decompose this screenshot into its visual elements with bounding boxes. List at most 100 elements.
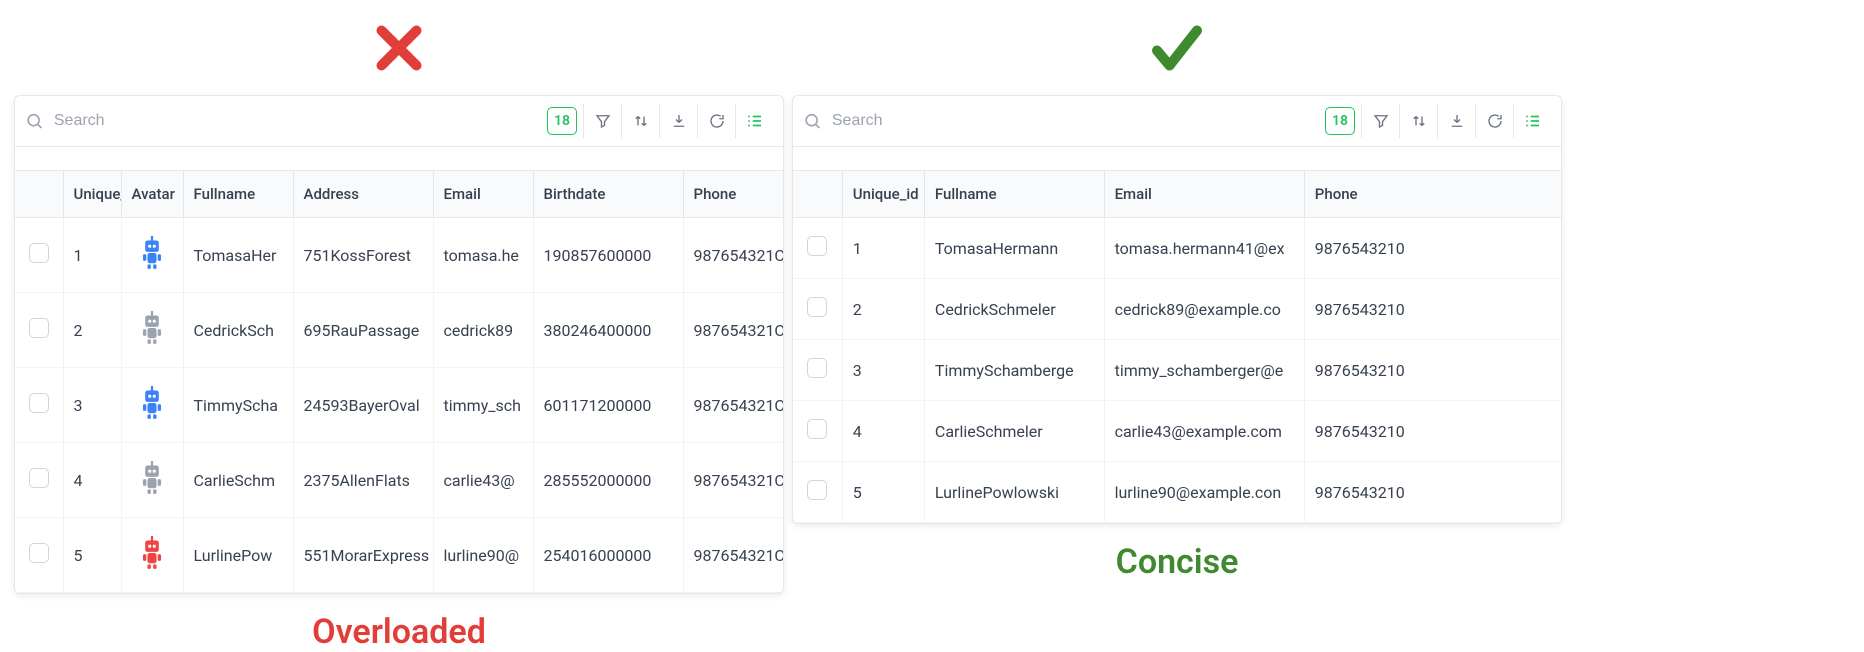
row-checkbox[interactable] <box>29 393 49 413</box>
column-header[interactable]: Fullname <box>183 171 293 218</box>
row-checkbox[interactable] <box>29 318 49 338</box>
toolbar: 18 <box>793 96 1561 147</box>
table-row[interactable]: 4 CarlieSchm2375AllenFlatscarlie43@28555… <box>15 443 783 518</box>
column-header[interactable]: Phone <box>683 171 783 218</box>
sort-icon <box>632 112 650 130</box>
cell-email: tomasa.hermann41@ex <box>1104 218 1304 279</box>
cell-fullname: CarlieSchm <box>183 443 293 518</box>
table-row[interactable]: 5 LurlinePow551MorarExpresslurline90@254… <box>15 518 783 593</box>
avatar-icon <box>138 236 166 270</box>
toolbar-actions: 18 <box>1325 104 1551 138</box>
row-checkbox[interactable] <box>807 297 827 317</box>
cell-fullname: TimmyScha <box>183 368 293 443</box>
cell-email: tomasa.he <box>433 218 533 293</box>
search-box[interactable] <box>803 111 1317 131</box>
table-row[interactable]: 3 TimmyScha24593BayerOvaltimmy_sch601171… <box>15 368 783 443</box>
table-row[interactable]: 3TimmySchambergetimmy_schamberger@e98765… <box>793 340 1561 401</box>
cell-phone: 9876543210 <box>1304 279 1561 340</box>
table-row[interactable]: 2 CedrickSch695RauPassagecedrick89380246… <box>15 293 783 368</box>
cell-address: 695RauPassage <box>293 293 433 368</box>
row-checkbox[interactable] <box>29 468 49 488</box>
cell-avatar <box>121 368 183 443</box>
sort-button[interactable] <box>621 104 659 138</box>
count-badge[interactable]: 18 <box>1325 107 1355 135</box>
download-icon <box>670 112 688 130</box>
avatar-icon <box>138 536 166 570</box>
download-button[interactable] <box>659 104 697 138</box>
cell-avatar <box>121 293 183 368</box>
download-icon <box>1448 112 1466 130</box>
cell-birthdate: 254016000000 <box>533 518 683 593</box>
cell-fullname: TimmySchamberge <box>924 340 1104 401</box>
column-header[interactable]: Email <box>433 171 533 218</box>
cell-fullname: CedrickSchmeler <box>924 279 1104 340</box>
avatar-icon <box>138 461 166 495</box>
cell-birthdate: 601171200000 <box>533 368 683 443</box>
row-checkbox[interactable] <box>807 480 827 500</box>
spacer <box>15 147 783 171</box>
cell-fullname: LurlinePowlowski <box>924 462 1104 523</box>
table-card-left: 18 <box>14 95 784 594</box>
cell-address: 551MorarExpress <box>293 518 433 593</box>
cell-id: 4 <box>63 443 121 518</box>
table-row[interactable]: 2CedrickSchmelercedrick89@example.co9876… <box>793 279 1561 340</box>
refresh-button[interactable] <box>697 104 735 138</box>
table-card-right: 18 <box>792 95 1562 524</box>
table-row[interactable]: 1TomasaHermanntomasa.hermann41@ex9876543… <box>793 218 1561 279</box>
cell-birthdate: 190857600000 <box>533 218 683 293</box>
column-header[interactable] <box>793 171 842 218</box>
panel-overloaded: 18 <box>14 0 784 652</box>
sort-button[interactable] <box>1399 104 1437 138</box>
cell-id: 2 <box>63 293 121 368</box>
cell-phone: 987654321C <box>683 518 783 593</box>
search-input[interactable] <box>832 112 1317 130</box>
cell-address: 751KossForest <box>293 218 433 293</box>
row-checkbox[interactable] <box>807 236 827 256</box>
search-input[interactable] <box>54 112 539 130</box>
row-checkbox[interactable] <box>807 419 827 439</box>
cell-id: 3 <box>63 368 121 443</box>
column-header[interactable]: Birthdate <box>533 171 683 218</box>
filter-button[interactable] <box>583 104 621 138</box>
refresh-button[interactable] <box>1475 104 1513 138</box>
cell-phone: 987654321C <box>683 293 783 368</box>
caption-overloaded: Overloaded <box>14 612 784 652</box>
cell-address: 2375AllenFlats <box>293 443 433 518</box>
cell-id: 4 <box>842 401 924 462</box>
table-row[interactable]: 4CarlieSchmelercarlie43@example.com98765… <box>793 401 1561 462</box>
row-checkbox[interactable] <box>29 543 49 563</box>
row-checkbox[interactable] <box>807 358 827 378</box>
row-checkbox[interactable] <box>29 243 49 263</box>
panel-concise: 18 <box>792 0 1562 582</box>
column-header[interactable]: Avatar <box>121 171 183 218</box>
column-header[interactable]: Address <box>293 171 433 218</box>
cell-id: 1 <box>842 218 924 279</box>
table-row[interactable]: 1 TomasaHer751KossForesttomasa.he1908576… <box>15 218 783 293</box>
column-header[interactable]: Phone <box>1304 171 1561 218</box>
cell-email: timmy_schamberger@e <box>1104 340 1304 401</box>
count-badge[interactable]: 18 <box>547 107 577 135</box>
download-button[interactable] <box>1437 104 1475 138</box>
refresh-icon <box>1486 112 1504 130</box>
columns-button[interactable] <box>1513 104 1551 138</box>
search-box[interactable] <box>25 111 539 131</box>
column-header[interactable]: Unique_id <box>842 171 924 218</box>
good-indicator <box>792 0 1562 95</box>
refresh-icon <box>708 112 726 130</box>
cell-email: cedrick89@example.co <box>1104 279 1304 340</box>
cell-address: 24593BayerOval <box>293 368 433 443</box>
columns-button[interactable] <box>735 104 773 138</box>
table-row[interactable]: 5LurlinePowlowskilurline90@example.con98… <box>793 462 1561 523</box>
column-header[interactable] <box>15 171 63 218</box>
cell-email: lurline90@ <box>433 518 533 593</box>
data-table-left: Unique_AvatarFullnameAddressEmailBirthda… <box>15 171 783 593</box>
column-header[interactable]: Unique_ <box>63 171 121 218</box>
column-header[interactable]: Email <box>1104 171 1304 218</box>
data-table-right: Unique_idFullnameEmailPhone 1TomasaHerma… <box>793 171 1561 523</box>
cell-id: 5 <box>63 518 121 593</box>
cell-phone: 9876543210 <box>1304 462 1561 523</box>
cell-phone: 9876543210 <box>1304 401 1561 462</box>
cell-phone: 9876543210 <box>1304 340 1561 401</box>
column-header[interactable]: Fullname <box>924 171 1104 218</box>
filter-button[interactable] <box>1361 104 1399 138</box>
